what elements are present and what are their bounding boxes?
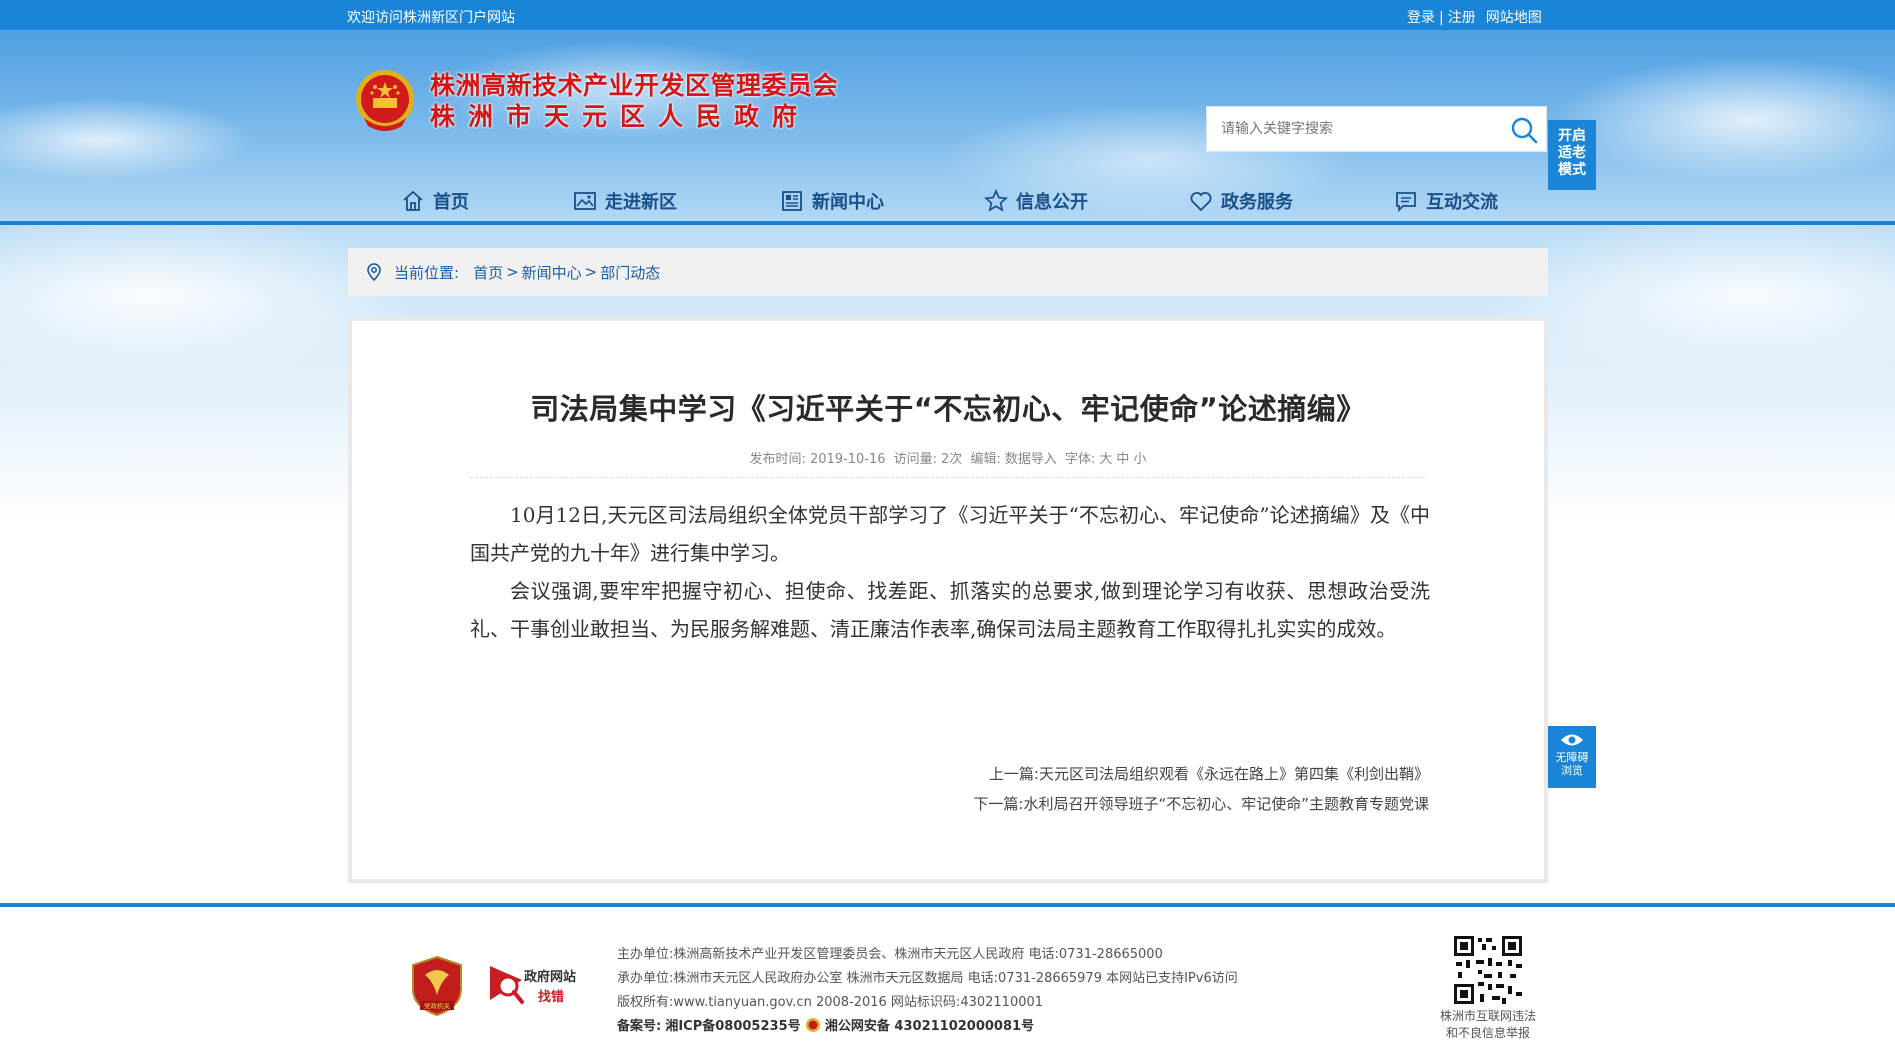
image-icon bbox=[574, 192, 596, 210]
search-input[interactable] bbox=[1207, 107, 1497, 151]
breadcrumb-home[interactable]: 首页 bbox=[473, 262, 503, 283]
qr-code-icon bbox=[1452, 934, 1524, 1006]
breadcrumb-label: 当前位置: bbox=[394, 263, 460, 282]
breadcrumb-separator: > bbox=[584, 263, 598, 281]
views-count: 2次 bbox=[941, 452, 963, 467]
article-container: 司法局集中学习《习近平关于“不忘初心、牢记使命”论述摘编》 发布时间: 2019-… bbox=[348, 317, 1548, 883]
badge-2-text-2: 找错 bbox=[538, 990, 565, 1005]
party-government-badge-icon[interactable]: 党政机关 bbox=[411, 955, 463, 1017]
organization-name: 株洲高新技术产业开发区管理委员会 株洲市天元区人民政府 bbox=[430, 70, 838, 132]
nav-label-about: 走进新区 bbox=[605, 192, 677, 213]
article-paragraph: 会议强调,要牢牢把握守初心、担使命、找差距、抓落实的总要求,做到理论学习有收获、… bbox=[470, 579, 1430, 641]
main-nav: 首页 走进新区 新闻中心 信息公开 政务服务 互动交流 bbox=[0, 180, 1895, 220]
article-meta: 发布时间: 2019-10-16 访问量: 2次 编辑: 数据导入 字体: 大中小 bbox=[352, 448, 1544, 467]
elder-mode-label-1: 开启 bbox=[1558, 128, 1586, 144]
meta-divider bbox=[470, 477, 1425, 478]
heart-icon bbox=[1190, 192, 1212, 212]
article-title: 司法局集中学习《习近平关于“不忘初心、牢记使命”论述摘编》 bbox=[530, 392, 1366, 426]
police-link[interactable]: 湘公网安备 43021102000081号 bbox=[825, 1019, 1034, 1034]
link-separator: | bbox=[1439, 10, 1444, 26]
next-label: 下一篇: bbox=[973, 795, 1024, 813]
search-box bbox=[1206, 106, 1547, 152]
nav-label-services: 政务服务 bbox=[1221, 192, 1293, 213]
breadcrumb-department-news[interactable]: 部门动态 bbox=[600, 262, 660, 283]
search-icon[interactable] bbox=[1510, 116, 1538, 144]
article-navigation: 上一篇:天元区司法局组织观看《永远在路上》第四集《利剑出鞘》 下一篇:水利局召开… bbox=[973, 759, 1429, 819]
nav-label-news: 新闻中心 bbox=[812, 192, 884, 213]
org-name-line-1: 株洲高新技术产业开发区管理委员会 bbox=[430, 71, 839, 100]
police-badge-icon bbox=[805, 1018, 820, 1032]
sitemap-link[interactable]: 网站地图 bbox=[1486, 10, 1542, 26]
icp-link[interactable]: 湘ICP备08005235号 bbox=[665, 1019, 800, 1034]
accessibility-button[interactable]: 无障碍 浏览 bbox=[1548, 726, 1596, 788]
login-link[interactable]: 登录 bbox=[1407, 10, 1435, 26]
elder-mode-label-2: 适老 bbox=[1558, 145, 1586, 161]
register-link[interactable]: 注册 bbox=[1448, 10, 1476, 26]
home-icon bbox=[403, 190, 423, 211]
footer-operator: 承办单位:株洲市天元区人民政府办公室 株洲市天元区数据局 电话:0731-286… bbox=[617, 971, 1238, 986]
nav-label-home: 首页 bbox=[433, 192, 469, 213]
font-size-small[interactable]: 小 bbox=[1133, 452, 1146, 467]
top-bar: 欢迎访问株洲新区门户网站 登录 | 注册 网站地图 bbox=[0, 0, 1895, 30]
qr-caption: 株洲市互联网违法 和不良信息举报 bbox=[1420, 1008, 1556, 1042]
published-date: 2019-10-16 bbox=[809, 452, 886, 467]
nav-label-interaction: 互动交流 bbox=[1426, 192, 1498, 213]
accessibility-label-1: 无障碍 bbox=[1555, 751, 1589, 764]
chat-icon bbox=[1396, 192, 1416, 213]
nav-item-home[interactable]: 首页 bbox=[401, 186, 469, 216]
nav-item-about[interactable]: 走进新区 bbox=[573, 186, 677, 216]
elder-mode-label-3: 模式 bbox=[1558, 162, 1586, 178]
org-name-line-2: 株洲市天元区人民政府 bbox=[430, 102, 811, 131]
breadcrumb: 当前位置: 首页 > 新闻中心 > 部门动态 bbox=[348, 248, 1548, 296]
nav-item-services[interactable]: 政务服务 bbox=[1189, 186, 1293, 216]
font-size-label: 字体: bbox=[1065, 452, 1096, 467]
badge-2-text-1: 政府网站 bbox=[524, 970, 577, 985]
gov-site-error-report-badge[interactable]: 政府网站 找错 bbox=[486, 960, 586, 1008]
site-footer: 党政机关 政府网站 找错 主办单位:株洲高新技术产业开发区管理委员会、株洲市天元… bbox=[0, 907, 1895, 1062]
badge-1-text: 党政机关 bbox=[424, 1001, 451, 1010]
font-size-medium[interactable]: 中 bbox=[1116, 452, 1129, 467]
font-size-large[interactable]: 大 bbox=[1099, 452, 1112, 467]
article-paragraph: 10月12日,天元区司法局组织全体党员干部学习了《习近平关于“不忘初心、牢记使命… bbox=[470, 503, 1430, 565]
account-links: 登录 | 注册 网站地图 bbox=[1407, 7, 1542, 27]
newspaper-icon bbox=[782, 191, 802, 211]
breadcrumb-separator: > bbox=[506, 263, 519, 281]
error-report-icon bbox=[490, 966, 524, 1004]
welcome-text: 欢迎访问株洲新区门户网站 bbox=[347, 10, 515, 26]
location-pin-icon bbox=[367, 263, 381, 282]
qr-caption-line-1: 株洲市互联网违法 bbox=[1439, 1009, 1536, 1023]
nav-item-news[interactable]: 新闻中心 bbox=[780, 186, 884, 216]
next-article: 下一篇:水利局召开领导班子“不忘初心、牢记使命”主题教育专题党课 bbox=[973, 789, 1429, 819]
next-article-link[interactable]: 水利局召开领导班子“不忘初心、牢记使命”主题教育专题党课 bbox=[1023, 795, 1429, 813]
footer-host: 主办单位:株洲高新技术产业开发区管理委员会、株洲市天元区人民政府 电话:0731… bbox=[617, 947, 1163, 962]
prev-label: 上一篇: bbox=[988, 765, 1039, 783]
eye-icon bbox=[1561, 734, 1583, 746]
published-label: 发布时间: bbox=[749, 452, 806, 467]
footer-icp: 备案号: 湘ICP备08005235号 湘公网安备 43021102000081… bbox=[617, 1015, 1238, 1039]
prev-article-link[interactable]: 天元区司法局组织观看《永远在路上》第四集《利剑出鞘》 bbox=[1039, 765, 1429, 783]
star-icon bbox=[984, 189, 1008, 212]
footer-info: 主办单位:株洲高新技术产业开发区管理委员会、株洲市天元区人民政府 电话:0731… bbox=[617, 943, 1238, 1039]
footer-copyright: 版权所有:www.tianyuan.gov.cn 2008-2016 网站标识码… bbox=[617, 995, 1044, 1010]
accessibility-label-2: 浏览 bbox=[1561, 764, 1583, 777]
editor-label: 编辑: bbox=[970, 452, 1001, 467]
national-emblem-icon bbox=[356, 70, 414, 131]
prev-article: 上一篇:天元区司法局组织观看《永远在路上》第四集《利剑出鞘》 bbox=[973, 759, 1429, 789]
icp-label: 备案号: bbox=[617, 1019, 662, 1034]
nav-item-info[interactable]: 信息公开 bbox=[984, 186, 1088, 216]
nav-label-info: 信息公开 bbox=[1016, 192, 1088, 213]
views-label: 访问量: bbox=[893, 452, 938, 467]
breadcrumb-news[interactable]: 新闻中心 bbox=[522, 262, 582, 283]
article-body: 10月12日,天元区司法局组织全体党员干部学习了《习近平关于“不忘初心、牢记使命… bbox=[470, 496, 1430, 648]
editor-name: 数据导入 bbox=[1004, 452, 1057, 467]
qr-caption-line-2: 和不良信息举报 bbox=[1445, 1026, 1530, 1040]
nav-item-interaction[interactable]: 互动交流 bbox=[1394, 186, 1498, 216]
